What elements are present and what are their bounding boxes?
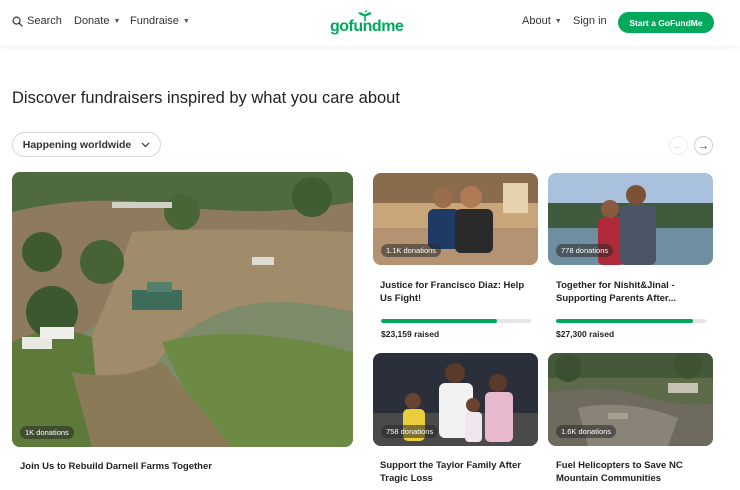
filter-label: Happening worldwide (22, 138, 132, 151)
title-line: Fuel Helicopters to Save NC (556, 460, 683, 471)
chevron-down-icon (141, 142, 150, 147)
progress-fill (381, 319, 497, 323)
donation-count-badge: 1.1K donations (381, 244, 442, 257)
flooded-farm-photo (12, 172, 353, 447)
search-icon (12, 16, 23, 27)
carousel-next-button[interactable]: → (694, 136, 713, 155)
title-line: Us Fight! (380, 293, 422, 304)
progress-fill (556, 319, 693, 323)
fundraise-menu[interactable]: Fundraise ▼ (130, 15, 190, 27)
donation-count-badge: 778 donations (556, 244, 614, 257)
site-header: Search Donate ▼ Fundraise ▼ gofundme Abo… (0, 0, 740, 46)
title-line: Justice for Francisco Diaz: Help (380, 280, 525, 291)
sign-in-label: Sign in (573, 15, 607, 27)
title-line: Support the Taylor Family After (380, 460, 521, 471)
about-menu[interactable]: About ▼ (522, 15, 562, 27)
progress-bar (556, 319, 706, 323)
carousel-prev-button[interactable]: ← (669, 136, 688, 155)
progress-bar (381, 319, 531, 323)
caret-down-icon: ▼ (113, 17, 121, 25)
amount-raised: $27,300 raised (556, 329, 615, 339)
fundraiser-card-title[interactable]: Together for Nishit&Jinal - Supporting P… (556, 279, 716, 305)
logo-text: gofundme (330, 18, 404, 35)
about-label: About (522, 15, 551, 27)
gofundme-logo[interactable]: gofundme (330, 10, 404, 36)
donation-count-badge: 758 donations (381, 425, 439, 438)
featured-card-image[interactable]: 1K donations (12, 172, 353, 447)
fundraiser-card-image[interactable]: 1.6K donations (548, 353, 713, 446)
donation-count-badge: 1K donations (20, 426, 74, 439)
title-line: Supporting Parents After... (556, 293, 676, 304)
title-line: Together for Nishit&Jinal - (556, 280, 675, 291)
donation-count-badge: 1.6K donations (556, 425, 617, 438)
fundraiser-card-title[interactable]: Support the Taylor Family After Tragic L… (380, 459, 540, 485)
title-line: Tragic Loss (380, 473, 433, 484)
fundraiser-card-image[interactable]: 758 donations (373, 353, 538, 446)
caret-down-icon: ▼ (554, 17, 562, 25)
sign-in-link[interactable]: Sign in (573, 15, 607, 27)
featured-card-title[interactable]: Join Us to Rebuild Darnell Farms Togethe… (20, 460, 212, 473)
search-link[interactable]: Search (12, 15, 62, 27)
location-filter-button[interactable]: Happening worldwide (12, 132, 161, 157)
fundraiser-card-image[interactable]: 778 donations (548, 173, 713, 265)
start-gofundme-button[interactable]: Start a GoFundMe (618, 12, 714, 33)
arrow-right-icon: → (698, 139, 709, 152)
amount-raised: $23,159 raised (381, 329, 440, 339)
title-line: Mountain Communities (556, 473, 662, 484)
arrow-left-icon: ← (673, 139, 684, 152)
caret-down-icon: ▼ (182, 17, 190, 25)
fundraiser-card-title[interactable]: Justice for Francisco Diaz: Help Us Figh… (380, 279, 540, 305)
fundraiser-card-image[interactable]: 1.1K donations (373, 173, 538, 265)
search-label: Search (27, 15, 62, 27)
page-title: Discover fundraisers inspired by what yo… (12, 89, 400, 107)
donate-menu[interactable]: Donate ▼ (74, 15, 120, 27)
donate-label: Donate (74, 15, 110, 27)
fundraiser-card-title[interactable]: Fuel Helicopters to Save NC Mountain Com… (556, 459, 716, 485)
fundraise-label: Fundraise (130, 15, 179, 27)
